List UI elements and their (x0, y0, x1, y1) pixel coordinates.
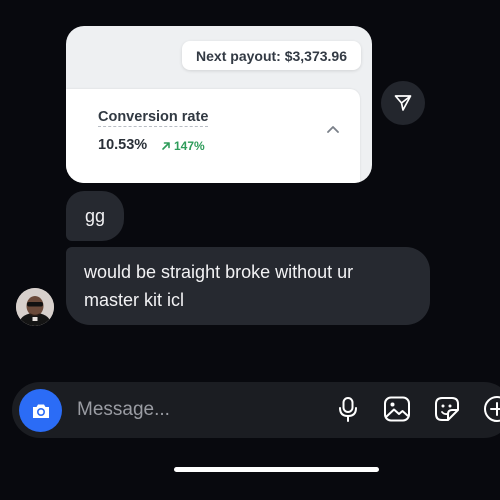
message-bubble[interactable]: would be straight broke without ur maste… (66, 247, 430, 325)
shared-image-message[interactable]: Next payout: $3,373.96 Conversion rate 1… (66, 26, 372, 183)
camera-icon (32, 404, 49, 418)
metric-delta-value: 147% (174, 139, 205, 153)
next-payout-label: Next payout: $3,373.96 (196, 47, 347, 64)
chevron-up-icon (327, 126, 339, 133)
trend-up-arrow-icon (162, 142, 170, 150)
gallery-icon[interactable] (382, 394, 412, 424)
metric-delta: 147% (161, 139, 205, 153)
message-bubble[interactable]: gg (66, 191, 125, 241)
microphone-icon[interactable] (333, 394, 363, 424)
metric-title: Conversion rate (98, 109, 209, 127)
message-input[interactable] (77, 396, 317, 424)
conversion-rate-card: Conversion rate 10.53% 147% (66, 89, 360, 183)
metric-value: 10.53% (98, 137, 148, 153)
camera-button[interactable] (19, 389, 62, 432)
sender-avatar[interactable] (16, 288, 54, 326)
sticker-icon[interactable] (432, 394, 462, 424)
send-icon (394, 95, 412, 111)
message-text: would be straight broke without ur maste… (84, 262, 354, 310)
next-payout-pill: Next payout: $3,373.96 (182, 41, 361, 70)
chat-screen: Next payout: $3,373.96 Conversion rate 1… (0, 0, 500, 500)
add-icon[interactable] (482, 394, 500, 424)
share-button[interactable] (381, 81, 425, 125)
message-text: gg (85, 206, 106, 226)
home-indicator[interactable] (174, 467, 379, 472)
avatar-photo (16, 288, 54, 326)
